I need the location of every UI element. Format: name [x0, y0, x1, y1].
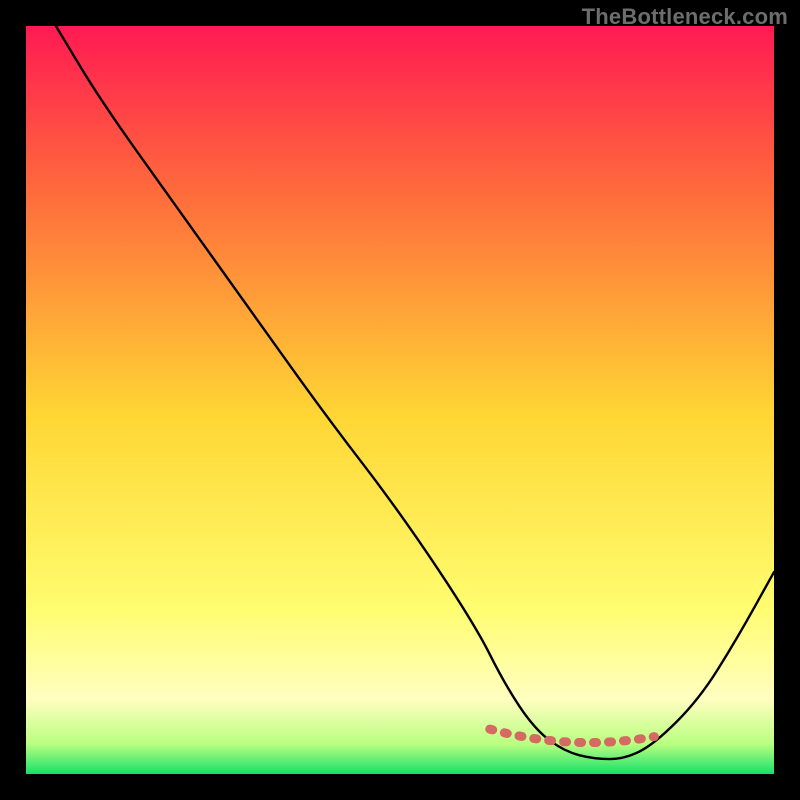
watermark-text: TheBottleneck.com: [582, 4, 788, 30]
gradient-background: [26, 26, 774, 774]
chart-frame: TheBottleneck.com: [0, 0, 800, 800]
plot-area: [26, 26, 774, 774]
